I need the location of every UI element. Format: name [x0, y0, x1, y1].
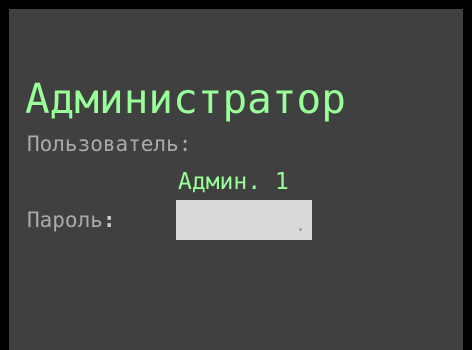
user-value[interactable]: Админ. 1 — [178, 168, 289, 196]
page-title: Администратор — [25, 75, 346, 123]
password-label: Пароль — [27, 208, 103, 232]
user-label: Пользователь: — [27, 132, 192, 156]
login-screen: Администратор Пользователь: Админ. 1 Пар… — [0, 0, 472, 350]
caret-dot-icon — [299, 228, 302, 231]
password-field[interactable] — [176, 200, 312, 240]
password-colon: : — [102, 208, 116, 232]
password-label-group: Пароль: — [27, 207, 116, 233]
